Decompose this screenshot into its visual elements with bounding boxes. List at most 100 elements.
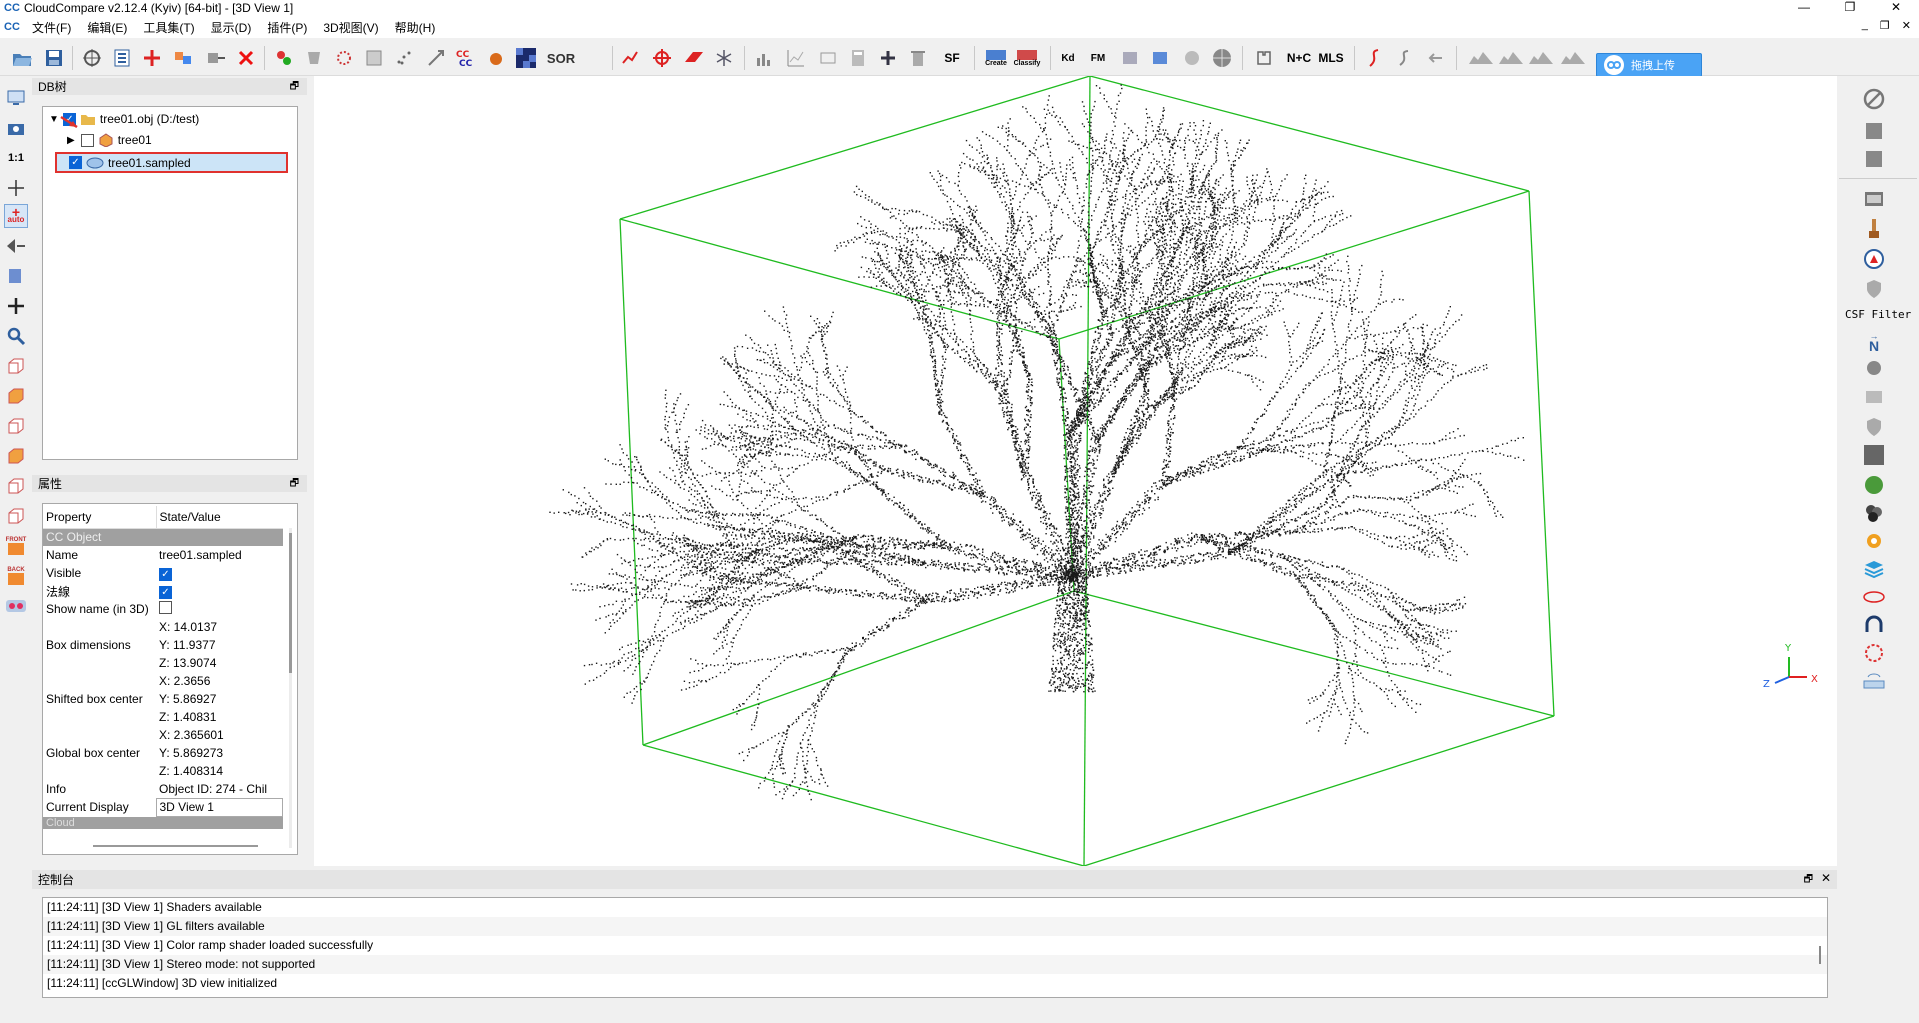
visible-checkbox[interactable]: ✓ — [159, 567, 172, 581]
csf-filter-label[interactable]: CSF Filter — [1845, 308, 1911, 321]
shield-icon[interactable] — [1861, 276, 1887, 302]
hpr-icon[interactable] — [1861, 356, 1887, 382]
pcv-icon[interactable] — [1861, 442, 1887, 468]
compass-icon[interactable] — [1861, 246, 1887, 272]
menu-display[interactable]: 显示(D) — [203, 19, 260, 36]
brush-icon[interactable] — [1861, 216, 1887, 242]
star-icon[interactable] — [712, 46, 736, 70]
show-name-checkbox[interactable] — [159, 601, 172, 614]
menu-3dview[interactable]: 3D视图(V) — [315, 19, 386, 36]
close-panel-icon[interactable]: ✕ — [1821, 871, 1831, 885]
hidden-points-icon[interactable] — [1118, 46, 1142, 70]
save-icon[interactable] — [42, 46, 66, 70]
stereo-icon[interactable] — [4, 594, 28, 618]
mesh-icon[interactable] — [362, 46, 386, 70]
top-view-icon[interactable] — [4, 354, 28, 378]
properties-scrollbar[interactable] — [289, 528, 292, 848]
ellipse-icon[interactable] — [1861, 584, 1887, 610]
checker-icon[interactable] — [514, 46, 538, 70]
open-folder-icon[interactable] — [10, 46, 34, 70]
tree-item-tree01-sampled[interactable]: ✓ tree01.sampled — [55, 152, 288, 173]
object-centered-icon[interactable] — [4, 264, 28, 288]
checkbox-tree01-sampled[interactable]: ✓ — [69, 156, 82, 169]
shield-2-icon[interactable] — [1861, 414, 1887, 440]
globe-icon[interactable] — [1210, 46, 1234, 70]
color-icon[interactable] — [484, 46, 508, 70]
expand-arrow-icon[interactable]: ▶ — [67, 135, 75, 146]
merge-icon[interactable] — [172, 46, 196, 70]
mdi-minimize-button[interactable]: _ — [1862, 19, 1868, 32]
profile-2-icon[interactable] — [1496, 46, 1526, 70]
minmax-icon[interactable] — [816, 46, 840, 70]
zoom-icon[interactable] — [4, 324, 28, 348]
menu-file[interactable]: 文件(F) — [24, 19, 79, 36]
current-display-select[interactable]: 3D View 1 — [155, 797, 283, 817]
plus-icon[interactable] — [876, 46, 900, 70]
plane-icon[interactable] — [682, 46, 706, 70]
left-view-icon[interactable] — [4, 414, 28, 438]
back-iso-button[interactable]: BACK — [4, 564, 28, 588]
zoom-1-1-button[interactable]: 1:1 — [4, 146, 28, 170]
front-iso-button[interactable]: FRONT — [4, 534, 28, 558]
no-entry-icon[interactable] — [1861, 86, 1887, 112]
target-icon[interactable] — [1861, 640, 1887, 666]
pivot-icon[interactable] — [4, 176, 28, 200]
properties-hscrollbar[interactable] — [93, 845, 258, 847]
cloud-upload-button[interactable]: 拖拽上传 — [1596, 53, 1702, 77]
ssao-icon[interactable] — [1861, 146, 1887, 172]
fast-marching-icon[interactable]: FM — [1086, 46, 1110, 70]
arch-icon[interactable] — [1861, 612, 1887, 638]
trash-icon[interactable] — [906, 46, 930, 70]
subsample-icon[interactable] — [302, 46, 326, 70]
ruler-icon[interactable] — [1861, 668, 1887, 694]
layers-icon[interactable] — [1861, 556, 1887, 582]
camera-icon[interactable] — [4, 116, 28, 140]
scalar-field-icon[interactable]: SF — [938, 46, 966, 70]
chart-icon[interactable] — [784, 46, 808, 70]
menu-plugins[interactable]: 插件(P) — [259, 19, 315, 36]
float-panel-icon[interactable]: 🗗 — [290, 79, 299, 96]
normal-n-icon[interactable]: → N — [1861, 328, 1887, 354]
delete-icon[interactable] — [234, 46, 258, 70]
mls-icon[interactable]: MLS — [1316, 46, 1346, 70]
translate-icon[interactable] — [140, 46, 164, 70]
menu-help[interactable]: 帮助(H) — [387, 19, 444, 36]
scurve-icon[interactable] — [1392, 46, 1416, 70]
sphere-icon[interactable] — [1180, 46, 1204, 70]
prop-name-value[interactable]: tree01.sampled — [156, 546, 283, 564]
back-view-icon[interactable] — [4, 444, 28, 468]
rgb-icon[interactable] — [1861, 500, 1887, 526]
arrow-left-icon[interactable] — [1424, 46, 1448, 70]
profile-4-icon[interactable] — [1558, 46, 1588, 70]
list-icon[interactable] — [110, 46, 134, 70]
collapse-arrow-icon[interactable]: ▼ — [49, 114, 59, 125]
m3c2-icon[interactable] — [1861, 384, 1887, 410]
cell-icon[interactable] — [1861, 118, 1887, 144]
pointcloud-icon[interactable] — [332, 46, 356, 70]
menu-edit[interactable]: 编辑(E) — [79, 19, 135, 36]
close-button[interactable]: ✕ — [1873, 0, 1919, 14]
float-panel-icon[interactable]: 🗗 — [1804, 872, 1813, 889]
canupo-create-icon[interactable]: Create — [982, 46, 1010, 70]
curve-icon[interactable] — [1362, 46, 1386, 70]
perspective-icon[interactable] — [4, 234, 28, 258]
sample-points-icon[interactable] — [272, 46, 296, 70]
canupo-classify-icon[interactable]: Classify — [1012, 46, 1042, 70]
gear-icon[interactable] — [1861, 528, 1887, 554]
ransac-icon[interactable] — [1861, 472, 1887, 498]
checkbox-tree01[interactable] — [80, 133, 94, 147]
segment-icon[interactable] — [204, 46, 228, 70]
normals-checkbox[interactable]: ✓ — [159, 585, 172, 599]
front-view-icon[interactable] — [4, 384, 28, 408]
sor-filter-icon[interactable]: SOR — [546, 46, 576, 70]
minimize-button[interactable]: — — [1781, 0, 1827, 14]
3d-view-canvas[interactable]: Y X Z — [314, 75, 1837, 867]
display-icon[interactable] — [4, 86, 28, 110]
scatter-icon[interactable] — [392, 46, 416, 70]
crosshair-icon[interactable] — [650, 46, 674, 70]
float-panel-icon[interactable]: 🗗 — [290, 476, 299, 493]
cc-compare-icon[interactable]: CC CC — [454, 46, 478, 70]
console-scrollbar[interactable] — [1819, 946, 1821, 964]
mdi-restore-button[interactable]: ❐ — [1880, 19, 1890, 32]
csv-icon[interactable] — [1148, 46, 1172, 70]
